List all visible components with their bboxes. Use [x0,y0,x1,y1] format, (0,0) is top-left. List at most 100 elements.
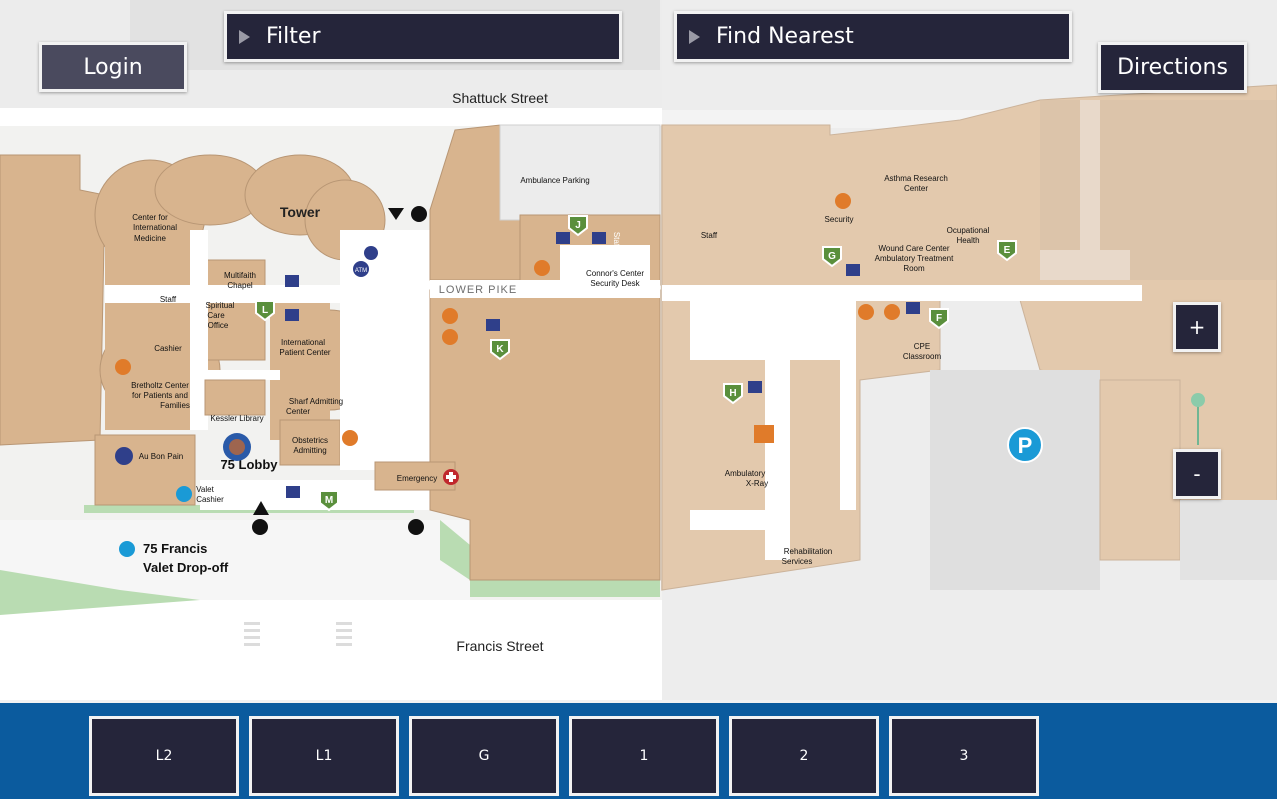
find-nearest-panel-toggle[interactable]: Find Nearest [674,11,1072,62]
room-label: Staff [701,231,718,240]
room-label: Cashier [196,495,224,504]
room-label: for Patients and [132,391,188,400]
svg-text:H: H [729,388,736,399]
coffee-icon [115,447,133,465]
valet-dropoff-line2: Valet Drop-off [143,560,229,575]
room-label: Ambulance Parking [520,176,589,185]
room-label: Families [160,401,190,410]
elevator-icon [285,309,299,321]
floor-button-1[interactable]: 1 [569,716,719,796]
svg-text:E: E [1004,245,1011,256]
elevator-icon [906,302,920,314]
wheelchair-icon [408,519,424,535]
room-label: Care [207,311,225,320]
svg-text:F: F [936,313,942,324]
hospital-floor-map[interactable]: Shattuck Street Francis Street LOWER PIK… [0,0,1277,700]
floor-button-3[interactable]: 3 [889,716,1039,796]
room-label: International [281,338,325,347]
room-label: Room [903,264,925,273]
svg-text:M: M [325,495,333,506]
room-label: Connor's Center [586,269,644,278]
room-label: Multifaith [224,271,256,280]
room-label: Emergency [397,474,437,483]
room-label: Admitting [293,446,326,455]
room-label: Security Desk [590,279,640,288]
wheelchair-icon [411,206,427,222]
room-label: X-Ray [746,479,768,488]
room-label: Classroom [903,352,942,361]
floor-button-2[interactable]: 2 [729,716,879,796]
street-south-label: Francis Street [456,638,543,654]
restroom-icon [858,304,874,320]
zoom-in-button[interactable]: + [1173,302,1221,352]
login-button[interactable]: Login [39,42,187,92]
room-label: Rehabilitation [784,547,832,556]
elevator-icon [486,319,500,331]
room-label: Au Bon Pain [139,452,183,461]
room-label: Obstetrics [292,436,328,445]
room-label: Ambulatory [725,469,765,478]
room-label: Chapel [227,281,253,290]
tower-label: Tower [280,204,321,220]
elevator-icon [556,232,570,244]
elevator-icon [286,486,300,498]
restroom-icon [884,304,900,320]
room-label: Ambulatory Treatment [875,254,954,263]
floor-button-l1[interactable]: L1 [249,716,399,796]
floor-button-l2[interactable]: L2 [89,716,239,796]
directions-button[interactable]: Directions [1098,42,1247,93]
valet-key-icon [119,541,135,557]
lower-pike-label: LOWER PIKE [439,284,517,296]
restroom-icon [115,359,131,375]
room-label: Wound Care Center [879,244,950,253]
room-label: Spiritual [206,301,235,310]
floor-button-g[interactable]: G [409,716,559,796]
elevator-icon [748,381,762,393]
elevator-icon [592,232,606,244]
room-label: Valet [196,485,214,494]
room-label: Services [782,557,813,566]
room-label: Kessler Library [210,414,263,423]
room-label: Center [904,184,928,193]
filter-label: Filter [266,24,321,49]
room-label: Medicine [134,234,167,243]
svg-text:L: L [262,305,268,316]
room-label: Center [286,407,310,416]
room-label: Ocupational [947,226,990,235]
room-label: Sharf Admitting [289,397,343,406]
room-label: Bretholtz Center [131,381,189,390]
room-label: Center for [132,213,168,222]
room-label: Security [825,215,854,224]
room-label: Patient Center [279,348,330,357]
restroom-icon [835,193,851,209]
room-label: Staff [160,295,177,304]
expand-triangle-icon [239,29,250,44]
room-label: Staff [612,232,621,249]
find-nearest-label: Find Nearest [716,24,854,49]
wheelchair-icon [252,519,268,535]
room-label: Office [208,321,229,330]
svg-text:K: K [496,344,504,355]
room-label: Asthma Research [884,174,948,183]
floor-selector-bar: L2 L1 G 1 2 3 [0,700,1277,799]
svg-text:ATM: ATM [355,268,367,274]
svg-text:G: G [828,251,836,262]
restroom-icon [754,425,774,443]
street-north-label: Shattuck Street [452,90,548,106]
elevator-icon [846,264,860,276]
stairs-icon [342,430,358,446]
elevator-icon [285,275,299,287]
svg-text:P: P [1018,433,1033,458]
expand-triangle-icon [689,29,700,44]
restroom-icon [442,329,458,345]
room-label: CPE [914,342,930,351]
restroom-icon [442,308,458,324]
valet-dropoff-line1: 75 Francis [143,541,207,556]
room-label: Cashier [154,344,182,353]
svg-text:J: J [575,220,581,231]
filter-panel-toggle[interactable]: Filter [224,11,622,62]
room-label: International [133,223,177,232]
room-label: Health [956,236,979,245]
zoom-out-button[interactable]: - [1173,449,1221,499]
lobby-label: 75 Lobby [220,457,278,472]
